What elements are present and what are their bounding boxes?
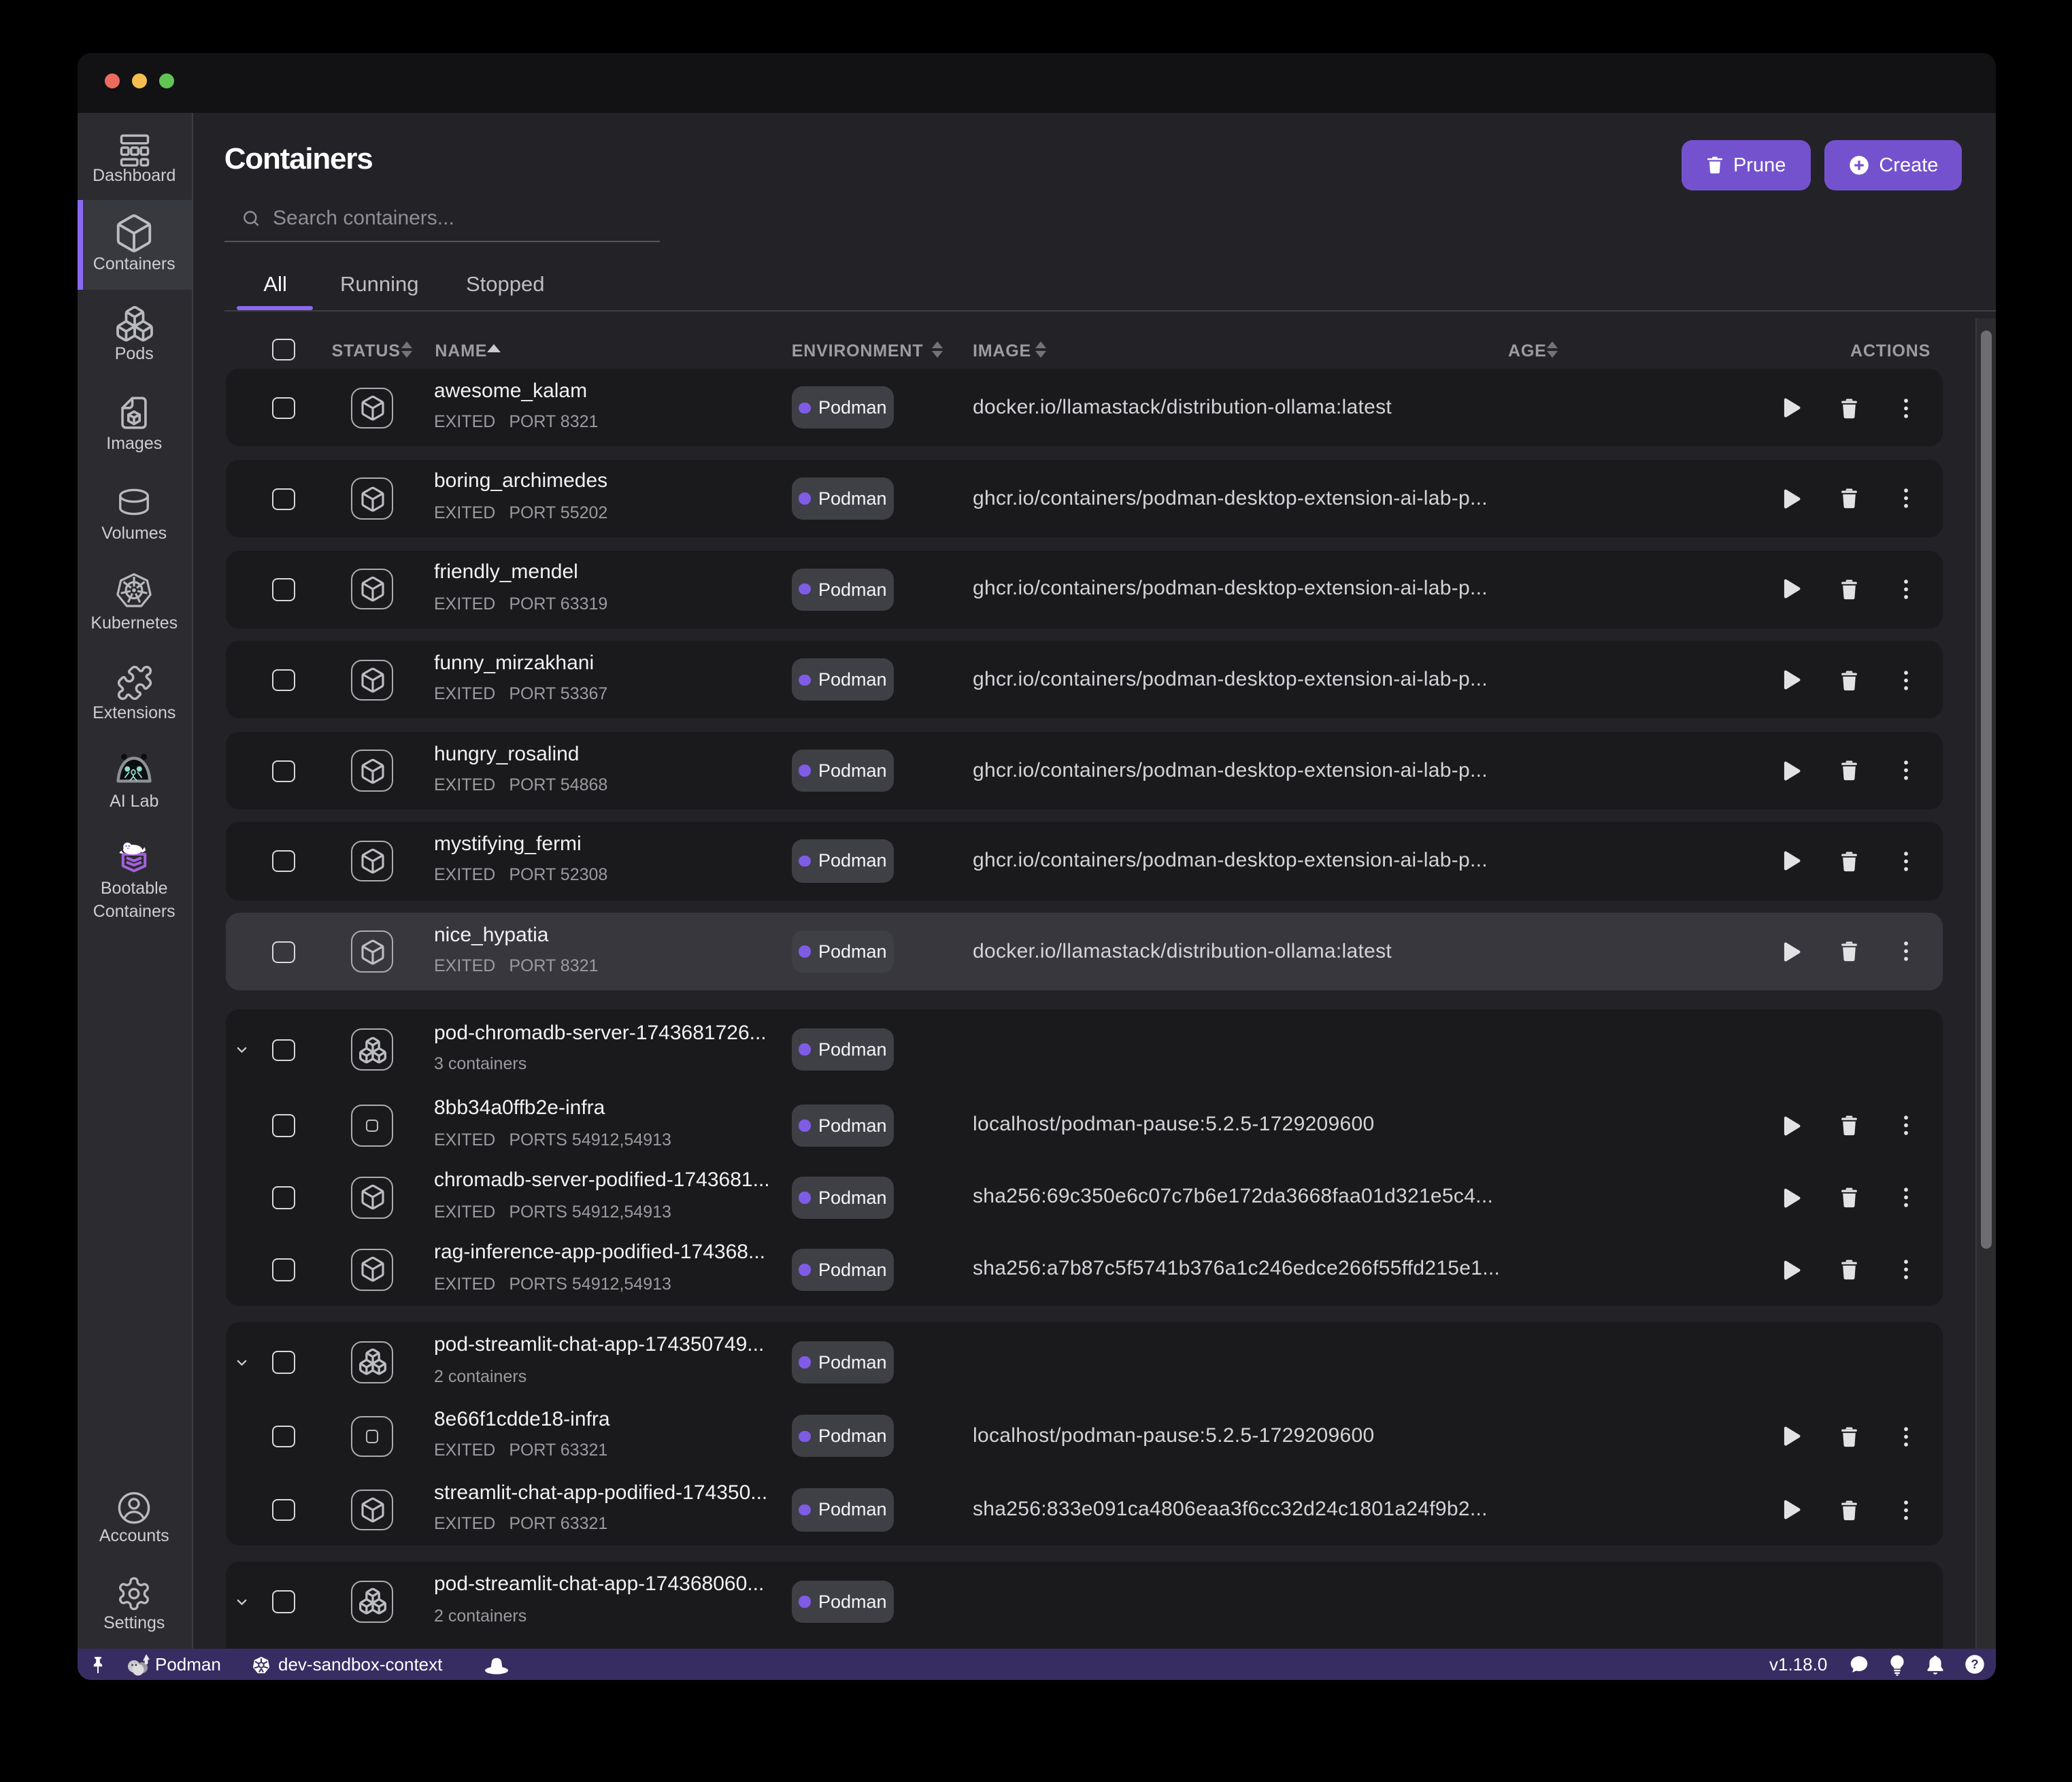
svg-text:?: ? (1971, 1658, 1978, 1671)
